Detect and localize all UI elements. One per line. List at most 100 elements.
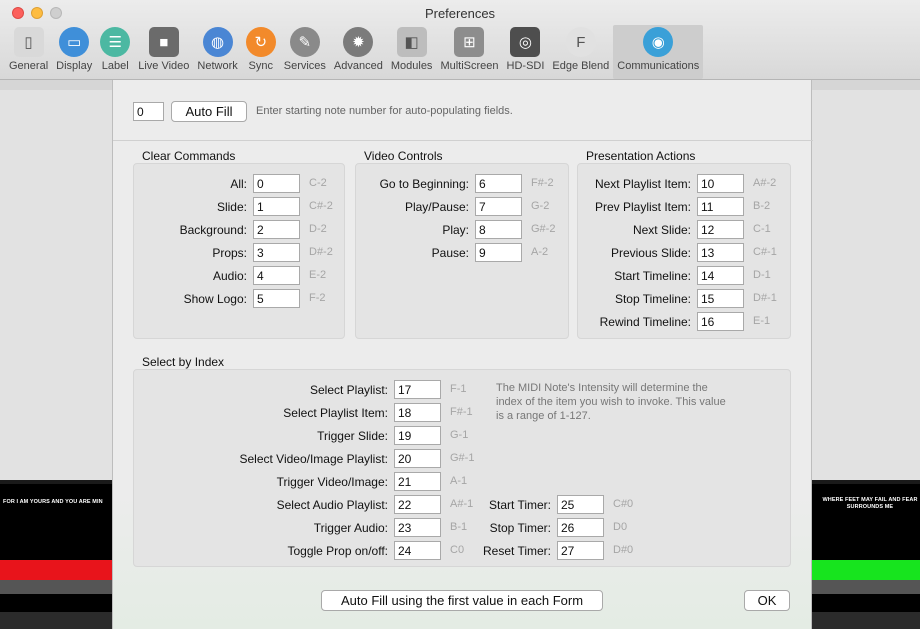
index-select-video-image-playlist-input[interactable]: 20 xyxy=(394,449,441,468)
clear-show-logo-label: Show Logo: xyxy=(183,292,247,306)
clear-all-input[interactable]: 0 xyxy=(253,174,300,193)
toolbar-item-services[interactable]: ✎ Services xyxy=(280,25,330,79)
presentation-previous-slide-note-name: C#-1 xyxy=(753,246,777,258)
index-select-audio-playlist-note-name: A#-1 xyxy=(450,498,474,510)
toolbar-item-modules[interactable]: ◧ Modules xyxy=(387,25,437,79)
toolbar-item-hd-sdi[interactable]: ◎ HD-SDI xyxy=(503,25,549,79)
index-trigger-video-image-input[interactable]: 21 xyxy=(394,472,441,491)
index-trigger-audio-note-name: B-1 xyxy=(450,521,468,533)
toolbar-item-label: Modules xyxy=(390,60,433,72)
toolbar-item-label[interactable]: ☰ Label xyxy=(96,25,134,79)
clear-audio-label: Audio: xyxy=(212,269,247,283)
index-select-audio-playlist-input[interactable]: 22 xyxy=(394,495,441,514)
timer-start-timer-input[interactable]: 25 xyxy=(557,495,604,514)
general-icon: ▯ xyxy=(13,27,44,57)
toolbar-item-multiscreen[interactable]: ⊞ MultiScreen xyxy=(436,25,502,79)
auto-fill-hint: Enter starting note number for auto-popu… xyxy=(256,105,513,117)
auto-fill-button[interactable]: Auto Fill xyxy=(171,101,247,122)
toolbar-item-live-video[interactable]: ■ Live Video xyxy=(134,25,193,79)
background-panel-left xyxy=(0,90,112,480)
wrench-icon: ✎ xyxy=(289,27,320,57)
presentation-rewind-timeline-label: Rewind Timeline: xyxy=(599,315,691,329)
toolbar-item-advanced[interactable]: ✹ Advanced xyxy=(330,25,387,79)
index-select-playlist-label: Select Playlist: xyxy=(309,383,388,397)
clear-background-note-name: D-2 xyxy=(309,223,327,235)
index-select-video-image-playlist-label: Select Video/Image Playlist: xyxy=(239,452,388,466)
background-lyric-right: WHERE FEET MAY FAIL AND FEAR SURROUNDS M… xyxy=(822,497,918,510)
toolbar-item-display[interactable]: ▭ Display xyxy=(52,25,96,79)
presentation-rewind-timeline-input[interactable]: 16 xyxy=(697,312,744,331)
toolbar-item-label: Sync xyxy=(248,60,273,72)
toolbar-item-sync[interactable]: ↻ Sync xyxy=(242,25,280,79)
toolbar-item-general[interactable]: ▯ General xyxy=(5,25,52,79)
index-select-playlist-input[interactable]: 17 xyxy=(394,380,441,399)
video-play-pause-label: Play/Pause: xyxy=(404,200,469,214)
presentation-prev-playlist-item-label: Prev Playlist Item: xyxy=(594,200,691,214)
presentation-next-slide-input[interactable]: 12 xyxy=(697,220,744,239)
presentation-prev-playlist-item-input[interactable]: 11 xyxy=(697,197,744,216)
toolbar-item-edge-blend[interactable]: F Edge Blend xyxy=(548,25,613,79)
presentation-next-playlist-item-note-name: A#-2 xyxy=(753,177,777,189)
clear-all-note-name: C-2 xyxy=(309,177,327,189)
presentation-rewind-timeline-note-name: E-1 xyxy=(753,315,771,327)
presentation-start-timeline-input[interactable]: 14 xyxy=(697,266,744,285)
label-icon: ☰ xyxy=(100,27,131,57)
video-play-pause-input[interactable]: 7 xyxy=(475,197,522,216)
index-toggle-prop-on-off-input[interactable]: 24 xyxy=(394,541,441,560)
toolbar-item-label: Communications xyxy=(617,60,700,72)
select-by-index-title: Select by Index xyxy=(142,355,225,369)
toolbar-item-label: HD-SDI xyxy=(506,60,545,72)
toolbar-item-label: Display xyxy=(56,60,93,72)
auto-fill-all-button[interactable]: Auto Fill using the first value in each … xyxy=(321,590,603,611)
video-camera-icon: ■ xyxy=(148,27,179,57)
preferences-toolbar: ▯ General ▭ Display ☰ Label ■ Live Video ◍ Networ… xyxy=(5,25,704,79)
video-play-input[interactable]: 8 xyxy=(475,220,522,239)
index-select-playlist-item-input[interactable]: 18 xyxy=(394,403,441,422)
timer-stop-timer-label: Stop Timer: xyxy=(489,521,551,535)
index-select-playlist-note-name: F-1 xyxy=(450,383,467,395)
index-select-audio-playlist-label: Select Audio Playlist: xyxy=(276,498,388,512)
background-lyric-left: FOR I AM YOURS AND YOU ARE MIN xyxy=(3,499,103,505)
timer-reset-timer-label: Reset Timer: xyxy=(482,544,551,558)
clear-slide-input[interactable]: 1 xyxy=(253,197,300,216)
video-play-note-name: G#-2 xyxy=(531,223,556,235)
presentation-stop-timeline-input[interactable]: 15 xyxy=(697,289,744,308)
clear-background-input[interactable]: 2 xyxy=(253,220,300,239)
index-trigger-audio-label: Trigger Audio: xyxy=(313,521,388,535)
video-go-to-beginning-note-name: F#-2 xyxy=(531,177,554,189)
background-panel-right xyxy=(812,90,920,480)
index-trigger-video-image-label: Trigger Video/Image: xyxy=(276,475,388,489)
clear-audio-input[interactable]: 4 xyxy=(253,266,300,285)
starting-note-input[interactable]: 0 xyxy=(133,102,164,121)
toolbar-item-label: Label xyxy=(101,60,129,72)
clear-props-input[interactable]: 3 xyxy=(253,243,300,262)
toolbar-item-label: Live Video xyxy=(138,60,190,72)
video-pause-note-name: A-2 xyxy=(531,246,549,258)
background-red-bar xyxy=(0,560,112,580)
ok-button[interactable]: OK xyxy=(744,590,790,611)
toolbar-item-network[interactable]: ◍ Network xyxy=(193,25,241,79)
clear-show-logo-input[interactable]: 5 xyxy=(253,289,300,308)
video-pause-label: Pause: xyxy=(431,246,469,260)
timer-stop-timer-input[interactable]: 26 xyxy=(557,518,604,537)
cube-icon: ◧ xyxy=(396,27,427,57)
toolbar-item-communications[interactable]: ◉ Communications xyxy=(613,25,704,79)
clear-audio-note-name: E-2 xyxy=(309,269,327,281)
timer-reset-timer-input[interactable]: 27 xyxy=(557,541,604,560)
toolbar-item-label: Edge Blend xyxy=(552,60,610,72)
video-go-to-beginning-input[interactable]: 6 xyxy=(475,174,522,193)
video-controls-title: Video Controls xyxy=(364,149,443,163)
index-toggle-prop-on-off-label: Toggle Prop on/off: xyxy=(287,544,388,558)
video-pause-input[interactable]: 9 xyxy=(475,243,522,262)
index-trigger-slide-label: Trigger Slide: xyxy=(317,429,388,443)
index-trigger-slide-note-name: G-1 xyxy=(450,429,469,441)
presentation-previous-slide-input[interactable]: 13 xyxy=(697,243,744,262)
index-trigger-audio-input[interactable]: 23 xyxy=(394,518,441,537)
index-trigger-slide-input[interactable]: 19 xyxy=(394,426,441,445)
toolbar-item-label: MultiScreen xyxy=(440,60,499,72)
video-play-label: Play: xyxy=(442,223,469,237)
preferences-titlebar: Preferences ▯ General ▭ Display ☰ Label ■ Live … xyxy=(0,0,920,80)
presentation-previous-slide-label: Previous Slide: xyxy=(610,246,691,260)
presentation-next-playlist-item-input[interactable]: 10 xyxy=(697,174,744,193)
clear-props-label: Props: xyxy=(212,246,247,260)
